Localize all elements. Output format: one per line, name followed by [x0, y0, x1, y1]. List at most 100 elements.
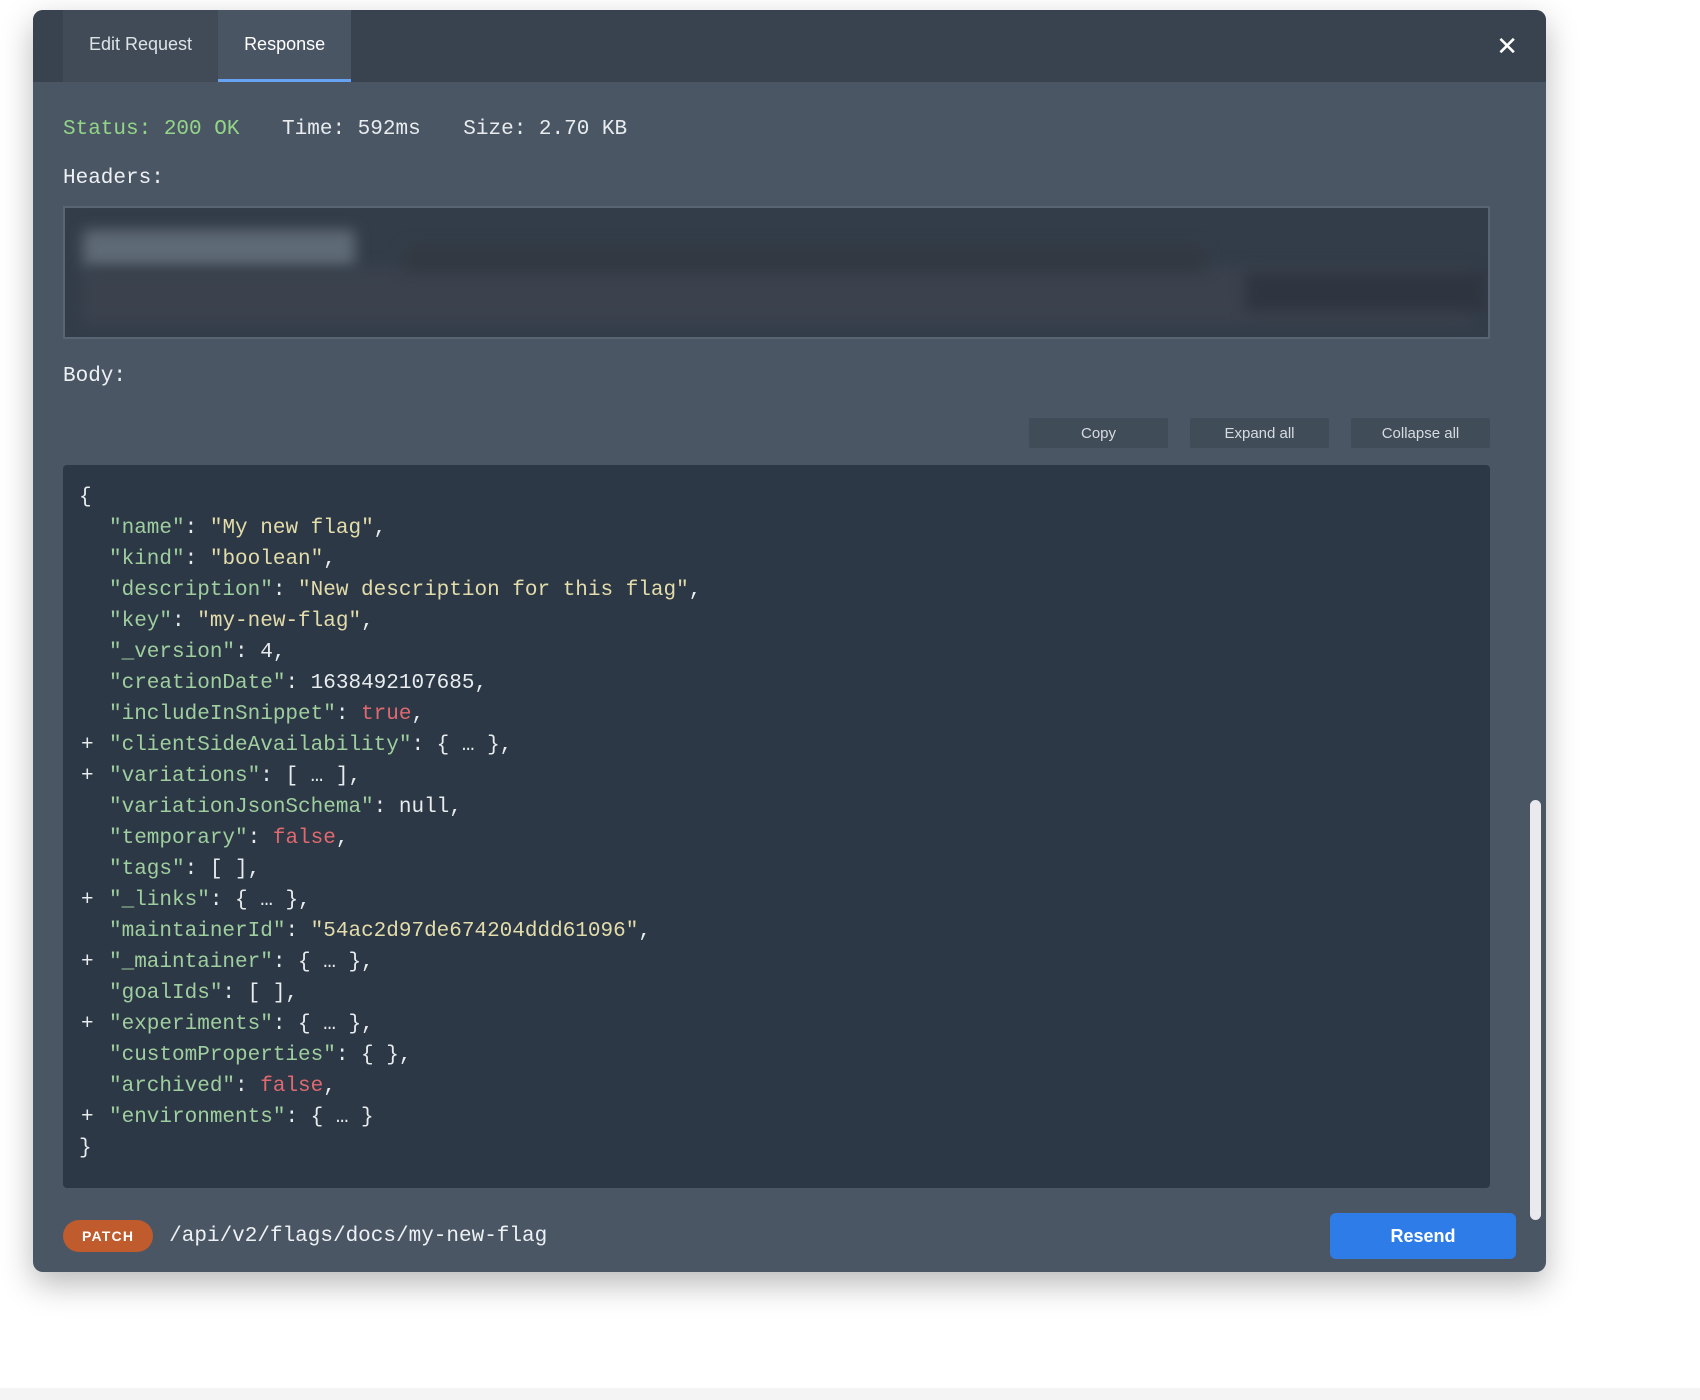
- json-token: :: [273, 579, 298, 602]
- json-token: "name": [109, 517, 185, 540]
- json-token: "description": [109, 579, 273, 602]
- json-token: "key": [109, 610, 172, 633]
- json-token: : { … }: [285, 1106, 373, 1129]
- json-line: + "_links": { … },: [79, 885, 1474, 916]
- json-token: : { … },: [273, 951, 374, 974]
- expand-toggle-icon[interactable]: +: [81, 947, 94, 978]
- json-token: :: [235, 1075, 260, 1098]
- expand-toggle-icon[interactable]: +: [81, 1009, 94, 1040]
- json-token: ,: [336, 827, 349, 850]
- json-token: false: [260, 1075, 323, 1098]
- json-token: "clientSideAvailability": [109, 734, 411, 757]
- json-token: "kind": [109, 548, 185, 571]
- json-token: 4: [260, 641, 273, 664]
- json-token: "includeInSnippet": [109, 703, 336, 726]
- json-token: : { … },: [411, 734, 512, 757]
- close-icon[interactable]: ✕: [1496, 33, 1518, 59]
- json-token: :: [285, 920, 310, 943]
- json-line: "maintainerId": "54ac2d97de674204ddd6109…: [79, 916, 1474, 947]
- copy-button[interactable]: Copy: [1029, 418, 1168, 448]
- status-line: Status: 200 OK Time: 592ms Size: 2.70 KB: [63, 118, 1490, 141]
- json-token: ,: [273, 641, 286, 664]
- json-line: "tags": [ ],: [79, 854, 1474, 885]
- json-token: "54ac2d97de674204ddd61096": [311, 920, 639, 943]
- json-token: : [ ],: [222, 982, 298, 1005]
- json-token: "tags": [109, 858, 185, 881]
- json-token: "temporary": [109, 827, 248, 850]
- request-bar: PATCH /api/v2/flags/docs/my-new-flag Res…: [33, 1200, 1546, 1272]
- headers-redacted-content: [83, 230, 355, 268]
- json-token: "New description for this flag": [298, 579, 689, 602]
- json-token: null: [399, 796, 449, 819]
- json-token: "boolean": [210, 548, 323, 571]
- json-token: "My new flag": [210, 517, 374, 540]
- json-token: :: [185, 517, 210, 540]
- headers-label: Headers:: [63, 167, 1490, 190]
- headers-redacted-content: [405, 246, 1205, 272]
- json-token: "variationJsonSchema": [109, 796, 374, 819]
- expand-toggle-icon[interactable]: +: [81, 761, 94, 792]
- page-bottom-edge: [0, 1388, 1700, 1400]
- json-line: +"experiments": { … },: [79, 1009, 1474, 1040]
- headers-box: [63, 206, 1490, 339]
- json-token: ,: [474, 672, 487, 695]
- json-token: {: [79, 486, 92, 509]
- json-line: + "_maintainer": { … },: [79, 947, 1474, 978]
- json-token: "goalIds": [109, 982, 222, 1005]
- body-toolbar: Copy Expand all Collapse all: [63, 418, 1490, 448]
- json-token: : { },: [336, 1044, 412, 1067]
- json-token: ,: [638, 920, 651, 943]
- json-line: {: [79, 482, 1474, 513]
- response-size-text: Size: 2.70 KB: [463, 118, 627, 141]
- json-line: "kind": "boolean",: [79, 544, 1474, 575]
- json-token: "_maintainer": [109, 951, 273, 974]
- json-token: "maintainerId": [109, 920, 285, 943]
- json-token: :: [248, 827, 273, 850]
- json-token: ,: [374, 517, 387, 540]
- request-path: /api/v2/flags/docs/my-new-flag: [169, 1225, 547, 1248]
- json-token: 1638492107685: [311, 672, 475, 695]
- json-token: ,: [449, 796, 462, 819]
- json-token: "_version": [109, 641, 235, 664]
- body-label: Body:: [63, 365, 1490, 388]
- json-token: : { … },: [210, 889, 311, 912]
- response-time-text: Time: 592ms: [282, 118, 421, 141]
- json-line: }: [79, 1133, 1474, 1164]
- modal-scrollbar[interactable]: [1530, 800, 1541, 1220]
- json-token: ,: [361, 610, 374, 633]
- response-body-json: {"name": "My new flag","kind": "boolean"…: [63, 465, 1490, 1188]
- resend-button[interactable]: Resend: [1330, 1213, 1516, 1259]
- json-line: "archived": false,: [79, 1071, 1474, 1102]
- json-token: }: [79, 1137, 92, 1160]
- json-line: "key": "my-new-flag",: [79, 606, 1474, 637]
- json-token: "creationDate": [109, 672, 285, 695]
- json-line: "temporary": false,: [79, 823, 1474, 854]
- json-token: "_links": [109, 889, 210, 912]
- expand-toggle-icon[interactable]: +: [81, 730, 94, 761]
- json-line: "name": "My new flag",: [79, 513, 1474, 544]
- json-line: +"environments": { … }: [79, 1102, 1474, 1133]
- json-token: "customProperties": [109, 1044, 336, 1067]
- collapse-all-button[interactable]: Collapse all: [1351, 418, 1490, 448]
- json-line: "_version": 4,: [79, 637, 1474, 668]
- json-token: ,: [689, 579, 702, 602]
- json-token: false: [273, 827, 336, 850]
- api-response-modal: Edit Request Response ✕ Status: 200 OK T…: [33, 10, 1546, 1272]
- expand-all-button[interactable]: Expand all: [1190, 418, 1329, 448]
- json-token: : [ … ],: [260, 765, 361, 788]
- expand-toggle-icon[interactable]: +: [81, 885, 94, 916]
- json-line: "customProperties": { },: [79, 1040, 1474, 1071]
- json-line: +"variations": [ … ],: [79, 761, 1474, 792]
- expand-toggle-icon[interactable]: +: [81, 1102, 94, 1133]
- json-token: : [ ],: [185, 858, 261, 881]
- json-line: + "clientSideAvailability": { … },: [79, 730, 1474, 761]
- json-token: : { … },: [273, 1013, 374, 1036]
- json-token: :: [185, 548, 210, 571]
- json-token: ,: [323, 548, 336, 571]
- json-token: "my-new-flag": [197, 610, 361, 633]
- json-token: :: [336, 703, 361, 726]
- tab-response[interactable]: Response: [218, 10, 351, 82]
- response-content: Status: 200 OK Time: 592ms Size: 2.70 KB…: [33, 118, 1546, 1188]
- json-line: "description": "New description for this…: [79, 575, 1474, 606]
- tab-edit-request[interactable]: Edit Request: [63, 10, 218, 82]
